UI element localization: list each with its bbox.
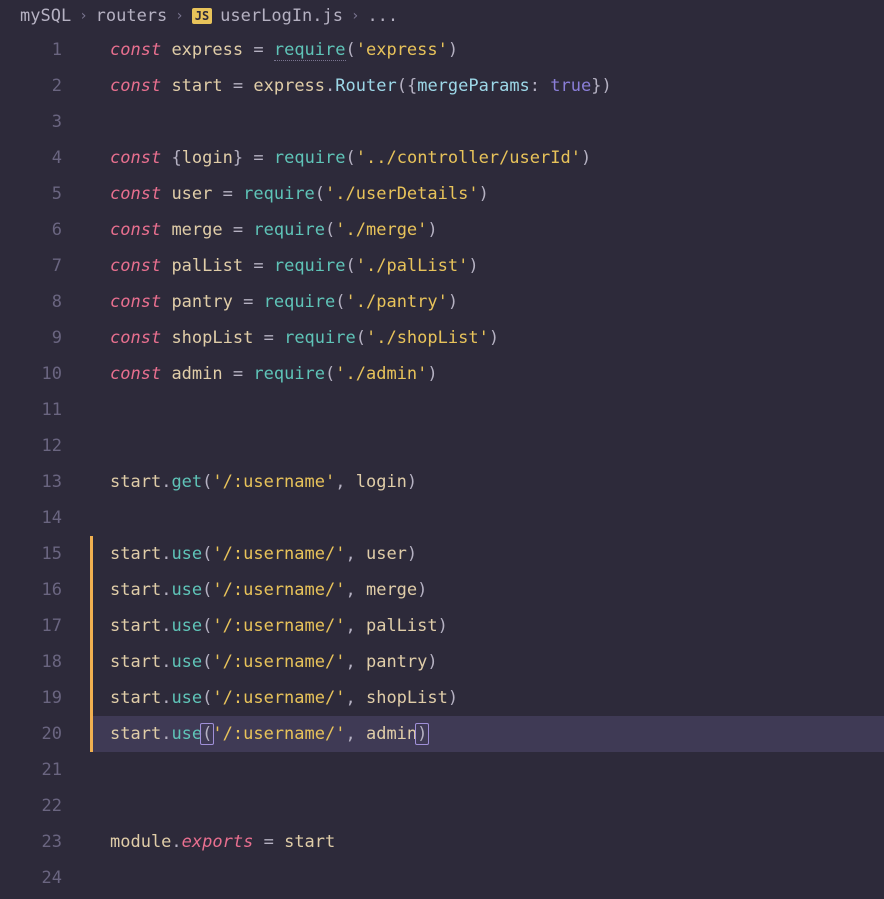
chevron-right-icon: › [79,8,87,24]
line-number[interactable]: 16 [0,572,62,608]
line-number[interactable]: 2 [0,68,62,104]
modified-indicator [90,536,93,572]
breadcrumb[interactable]: mySQL › routers › JS userLogIn.js › ... [0,0,884,32]
code-line-active[interactable]: start.use('/:username/', admin) [90,716,884,752]
line-number[interactable]: 20 [0,716,62,752]
code-line[interactable] [90,788,884,824]
code-line[interactable]: const palList = require('./palList') [90,248,884,284]
line-number[interactable]: 15 [0,536,62,572]
code-line[interactable] [90,392,884,428]
code-line[interactable] [90,428,884,464]
code-line[interactable]: const {login} = require('../controller/u… [90,140,884,176]
line-number[interactable]: 21 [0,752,62,788]
line-number[interactable]: 4 [0,140,62,176]
line-number[interactable]: 3 [0,104,62,140]
code-line[interactable]: start.use('/:username/', user) [90,536,884,572]
line-number[interactable]: 5 [0,176,62,212]
breadcrumb-item[interactable]: routers [96,6,168,26]
code-line[interactable]: start.use('/:username/', palList) [90,608,884,644]
line-number-gutter[interactable]: 1 2 3 4 5 6 7 8 9 10 11 12 13 14 15 16 1… [0,32,90,896]
line-number[interactable]: 6 [0,212,62,248]
modified-indicator [90,644,93,680]
bracket-match-icon: ) [415,723,429,745]
code-line[interactable]: start.use('/:username/', pantry) [90,644,884,680]
js-file-icon: JS [192,8,212,24]
code-line[interactable] [90,104,884,140]
code-line[interactable]: const user = require('./userDetails') [90,176,884,212]
line-number[interactable]: 24 [0,860,62,896]
chevron-right-icon: › [351,8,359,24]
code-line[interactable]: const start = express.Router({mergeParam… [90,68,884,104]
line-number[interactable]: 18 [0,644,62,680]
code-line[interactable]: const shopList = require('./shopList') [90,320,884,356]
line-number[interactable]: 13 [0,464,62,500]
code-line[interactable]: const pantry = require('./pantry') [90,284,884,320]
code-editor[interactable]: 1 2 3 4 5 6 7 8 9 10 11 12 13 14 15 16 1… [0,32,884,896]
breadcrumb-item[interactable]: mySQL [20,6,71,26]
code-line[interactable]: start.use('/:username/', shopList) [90,680,884,716]
code-line[interactable] [90,860,884,896]
code-content[interactable]: const express = require('express') const… [90,32,884,896]
chevron-right-icon: › [175,8,183,24]
code-line[interactable]: const express = require('express') [90,32,884,68]
line-number[interactable]: 14 [0,500,62,536]
line-number[interactable]: 11 [0,392,62,428]
line-number[interactable]: 12 [0,428,62,464]
code-line[interactable]: const merge = require('./merge') [90,212,884,248]
line-number[interactable]: 17 [0,608,62,644]
line-number[interactable]: 23 [0,824,62,860]
code-line[interactable]: module.exports = start [90,824,884,860]
line-number[interactable]: 7 [0,248,62,284]
line-number[interactable]: 1 [0,32,62,68]
code-line[interactable]: start.use('/:username/', merge) [90,572,884,608]
breadcrumb-item[interactable]: userLogIn.js [220,6,343,26]
line-number[interactable]: 22 [0,788,62,824]
line-number[interactable]: 8 [0,284,62,320]
modified-indicator [90,716,93,752]
code-line[interactable]: start.get('/:username', login) [90,464,884,500]
modified-indicator [90,680,93,716]
code-line[interactable]: const admin = require('./admin') [90,356,884,392]
code-line[interactable] [90,500,884,536]
modified-indicator [90,608,93,644]
line-number[interactable]: 10 [0,356,62,392]
modified-indicator [90,572,93,608]
line-number[interactable]: 9 [0,320,62,356]
code-line[interactable] [90,752,884,788]
line-number[interactable]: 19 [0,680,62,716]
breadcrumb-item[interactable]: ... [367,6,398,26]
